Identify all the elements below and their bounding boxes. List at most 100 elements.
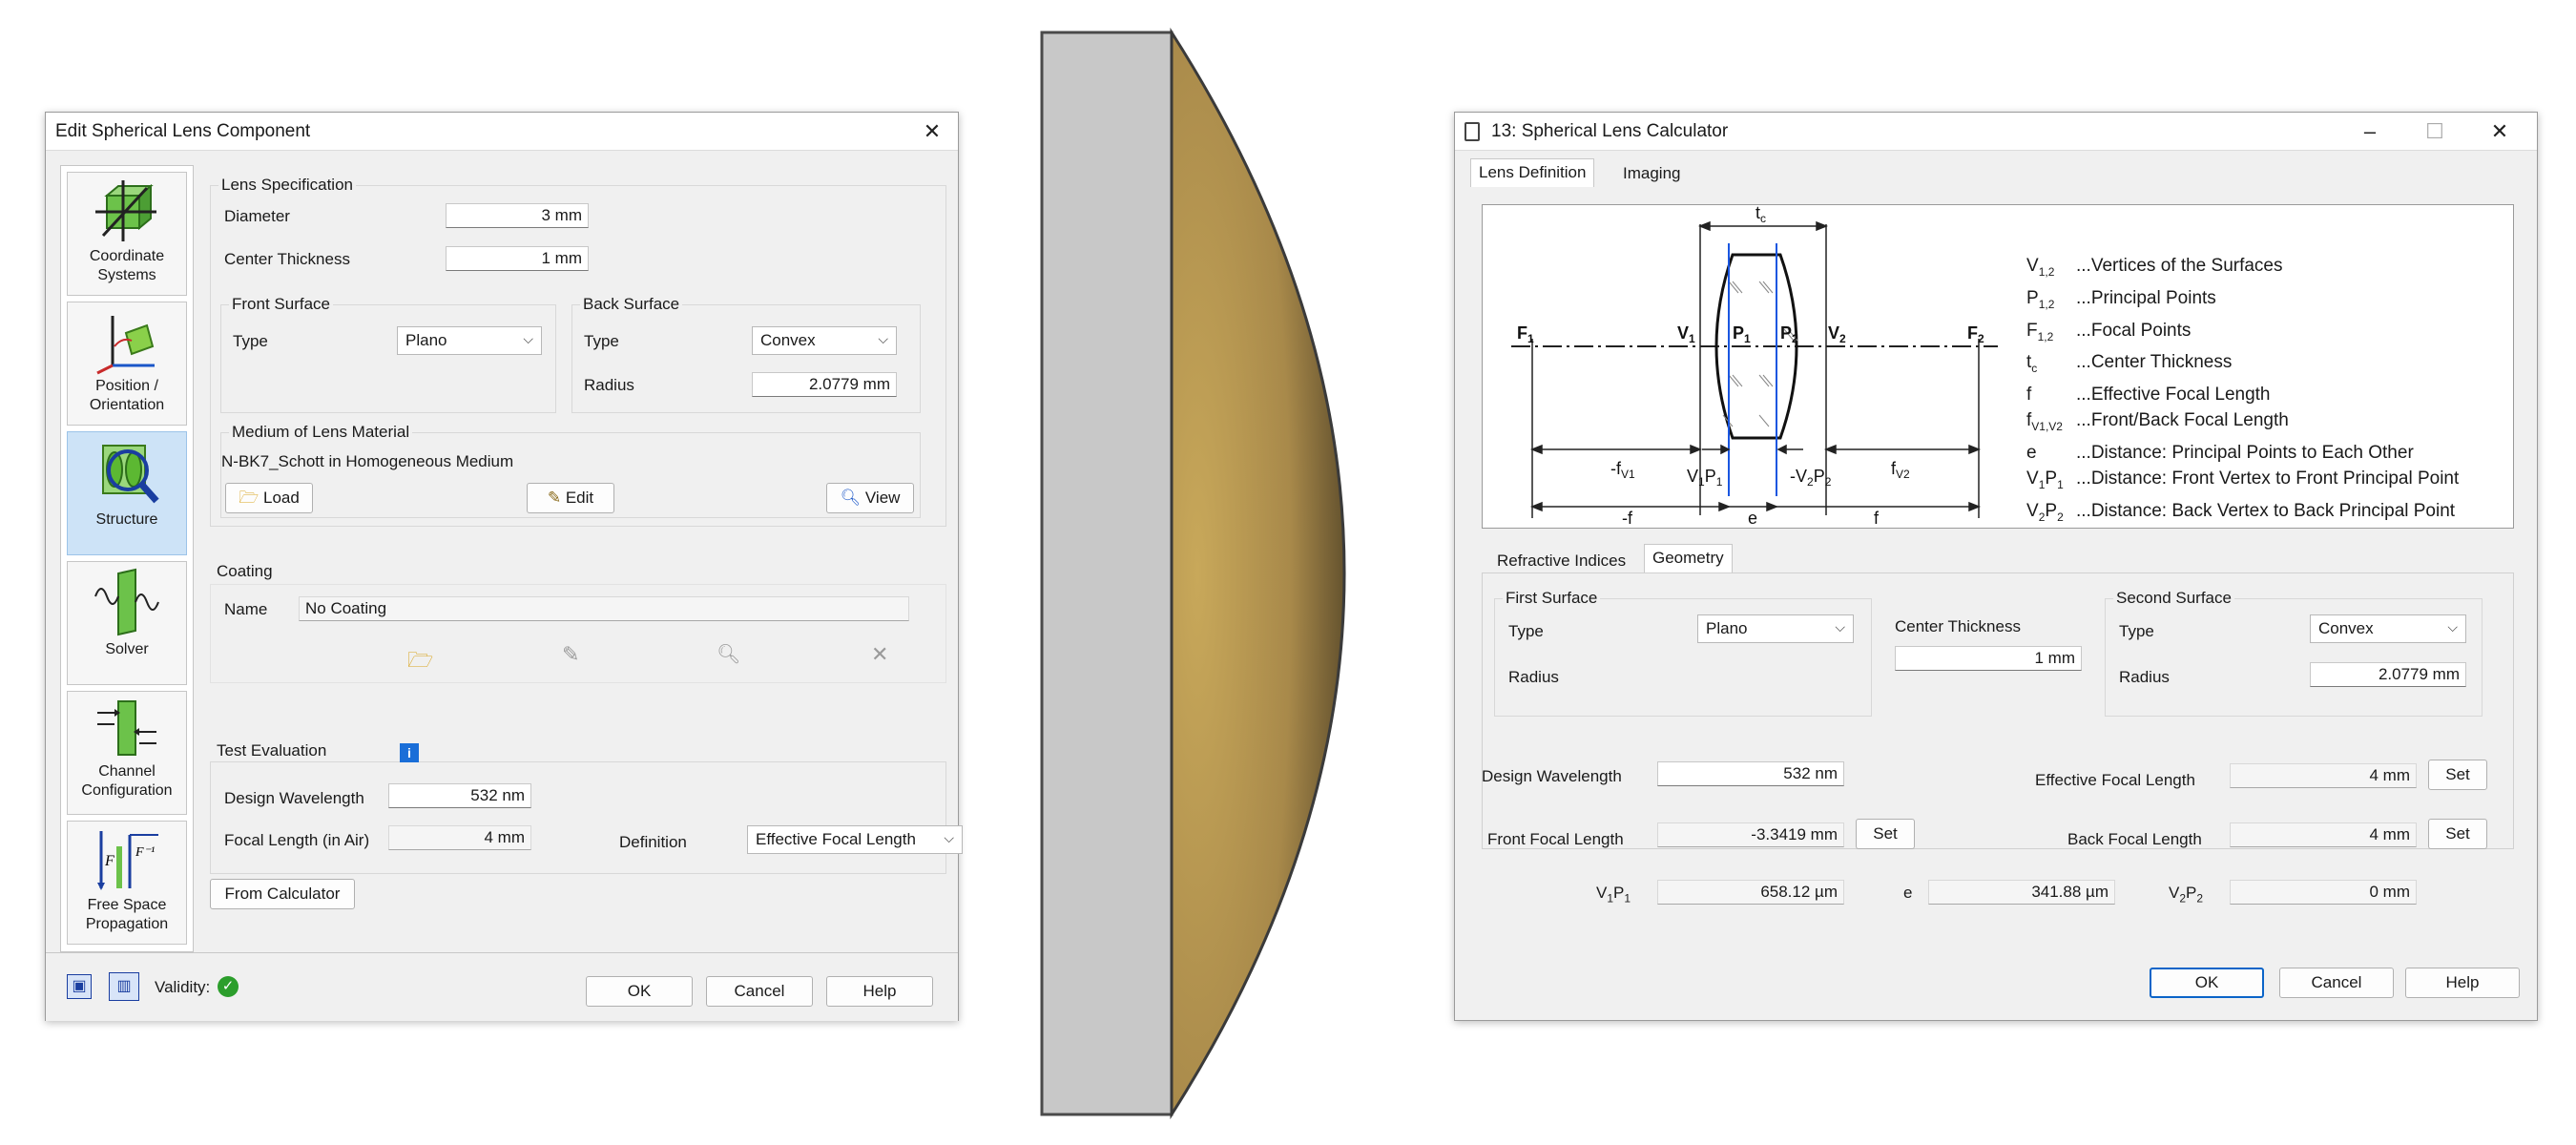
magnifier-icon[interactable]: 🔍︎ [717, 642, 740, 666]
delete-icon[interactable]: ✕ [871, 642, 888, 667]
focal-length-field: 4 mm [388, 825, 531, 850]
coating-name-field[interactable]: No Coating [299, 596, 909, 621]
diagram-legend: V1,2 ...Vertices of the Surfaces P1,2 ...P… [2026, 253, 2513, 531]
minimize-icon[interactable]: – [2344, 114, 2396, 149]
cancel-button[interactable]: Cancel [2279, 968, 2394, 998]
cancel-button[interactable]: Cancel [706, 976, 813, 1007]
sidebar-item-label: Coordinate Systems [89, 248, 165, 283]
back-type-label: Type [584, 332, 619, 350]
select-value: Plano [405, 331, 447, 349]
back-focal-length-field: 4 mm [2230, 822, 2417, 847]
group-label: Second Surface [2113, 589, 2234, 608]
legend-row: tc ...Center Thickness [2026, 352, 2233, 376]
legend-row: P1,2 ...Principal Points [2026, 287, 2216, 311]
close-icon[interactable]: ✕ [2474, 114, 2525, 149]
info-icon[interactable]: i [400, 743, 419, 762]
e-label: e [1903, 884, 1913, 902]
structure-icon [102, 445, 159, 504]
check-icon: ✓ [218, 976, 239, 997]
edit-spherical-lens-dialog: Edit Spherical Lens Component ✕ Coordina… [45, 112, 963, 1021]
catalog-icon[interactable]: ▥ [109, 972, 139, 1001]
from-calculator-button[interactable]: From Calculator [210, 879, 355, 909]
folder-open-icon[interactable]: 🗁 [407, 644, 433, 680]
front-type-select[interactable]: Plano ⌵ [397, 326, 542, 355]
front-type-label: Type [233, 332, 268, 350]
first-type-select[interactable]: Plano ⌵ [1697, 614, 1854, 643]
sidebar-item-label: Solver [105, 641, 149, 657]
spherical-lens-calculator-dialog: 13: Spherical Lens Calculator – ☐ ✕ Lens… [1454, 112, 2538, 1021]
button-label: Edit [565, 489, 594, 507]
select-value: Convex [760, 331, 816, 349]
back-radius-label: Radius [584, 376, 634, 394]
e-field: 341.88 µm [1928, 880, 2115, 905]
coordinate-systems-icon [95, 180, 156, 241]
help-button[interactable]: Help [826, 976, 933, 1007]
set-front-focal-length-button[interactable]: Set [1856, 819, 1915, 849]
legend-row: e ...Distance: Principal Points to Each O… [2026, 442, 2414, 463]
back-radius-field[interactable]: 2.0779 mm [752, 372, 897, 397]
ok-button[interactable]: OK [586, 976, 693, 1007]
front-surface-group: Front Surface Type Plano ⌵ [220, 295, 556, 413]
diagram-label-fv1: -fV1 [1610, 459, 1635, 481]
chevron-down-icon: ⌵ [878, 331, 888, 346]
tab-lens-definition[interactable]: Lens Definition [1470, 158, 1595, 187]
first-surface-group: First Surface Type Plano ⌵ Radius [1494, 589, 1872, 717]
sidebar-item-label: Structure [95, 511, 158, 528]
help-button[interactable]: Help [2405, 968, 2520, 998]
sidebar-item-coordinate-systems[interactable]: Coordinate Systems [67, 172, 187, 296]
edit-medium-button[interactable]: ✎ Edit [527, 483, 614, 513]
channel-configuration-icon [97, 700, 156, 756]
save-icon[interactable]: ▣ [67, 974, 92, 999]
lens-diagram: tc F1 F2 V1 V2 P1 P2 -fV1 fV2 V1P1 -V2P2… [1511, 205, 1998, 526]
medium-name: N-BK7_Schott in Homogeneous Medium [221, 452, 514, 470]
center-thickness-field[interactable]: 1 mm [1895, 646, 2082, 671]
coating-name-label: Name [224, 600, 268, 618]
sidebar-item-channel-configuration[interactable]: Channel Configuration [67, 691, 187, 815]
definition-select[interactable]: Effective Focal Length ⌵ [747, 825, 963, 854]
group-label: Back Surface [580, 295, 683, 314]
diagram-label-p1: P1 [1733, 323, 1751, 345]
group-label: Medium of Lens Material [229, 423, 413, 442]
medium-group: Medium of Lens Material N-BK7_Schott in … [220, 423, 921, 518]
sidebar-item-structure[interactable]: Structure [67, 431, 187, 555]
legend-row: fV1,V2 ...Front/Back Focal Length [2026, 410, 2289, 433]
solver-icon [94, 568, 159, 636]
diagram-label-f2: F2 [1967, 323, 1984, 345]
tab-imaging[interactable]: Imaging [1615, 160, 1688, 189]
sidebar-item-position-orientation[interactable]: Position / Orientation [67, 302, 187, 426]
set-back-focal-length-button[interactable]: Set [2428, 819, 2487, 849]
view-medium-button[interactable]: 🔍︎ View [826, 483, 914, 513]
diagram-label-f1: F1 [1517, 323, 1534, 345]
close-icon[interactable]: ✕ [906, 114, 958, 149]
center-thickness-field[interactable]: 1 mm [446, 246, 589, 271]
diameter-field[interactable]: 3 mm [446, 203, 589, 228]
sidebar-item-solver[interactable]: Solver [67, 561, 187, 685]
maximize-icon[interactable]: ☐ [2409, 114, 2461, 149]
first-type-label: Type [1508, 622, 1544, 640]
design-wavelength-field[interactable]: 532 nm [1657, 761, 1844, 786]
select-value: Convex [2318, 619, 2374, 637]
back-type-select[interactable]: Convex ⌵ [752, 326, 897, 355]
design-wavelength-field[interactable]: 532 nm [388, 783, 531, 808]
sidebar-item-label: Free Space Propagation [85, 897, 169, 932]
sidebar-item-free-space-propagation[interactable]: F F⁻¹ Free Space Propagation [67, 821, 187, 945]
tab-geometry[interactable]: Geometry [1644, 544, 1733, 572]
diagram-label-v1: V1 [1677, 323, 1695, 345]
load-medium-button[interactable]: 🗁 Load [225, 483, 313, 513]
second-type-select[interactable]: Convex ⌵ [2310, 614, 2466, 643]
set-effective-focal-length-button[interactable]: Set [2428, 760, 2487, 790]
legend-row: f ...Effective Focal Length [2026, 385, 2271, 406]
second-radius-field[interactable]: 2.0779 mm [2310, 662, 2466, 687]
legend-row: V1,2 ...Vertices of the Surfaces [2026, 256, 2283, 279]
legend-row: V2P2 ...Distance: Back Vertex to Back Pri… [2026, 500, 2456, 524]
coating-group: Coating Name No Coating 🗁 ✎ 🔍︎ ✕ [210, 562, 946, 683]
free-space-propagation-icon: F F⁻¹ [97, 831, 158, 890]
ok-button[interactable]: OK [2150, 968, 2264, 998]
chevron-down-icon: ⌵ [944, 830, 954, 845]
legend-row: F1,2 ...Focal Points [2026, 320, 2192, 344]
pencil-icon[interactable]: ✎ [562, 642, 579, 667]
focal-length-label: Focal Length (in Air) [224, 831, 370, 849]
v2p2-label: V2P2 [2169, 884, 2204, 906]
first-radius-label: Radius [1508, 668, 1559, 686]
diagram-label-v2p2: -V2P2 [1790, 467, 1832, 489]
